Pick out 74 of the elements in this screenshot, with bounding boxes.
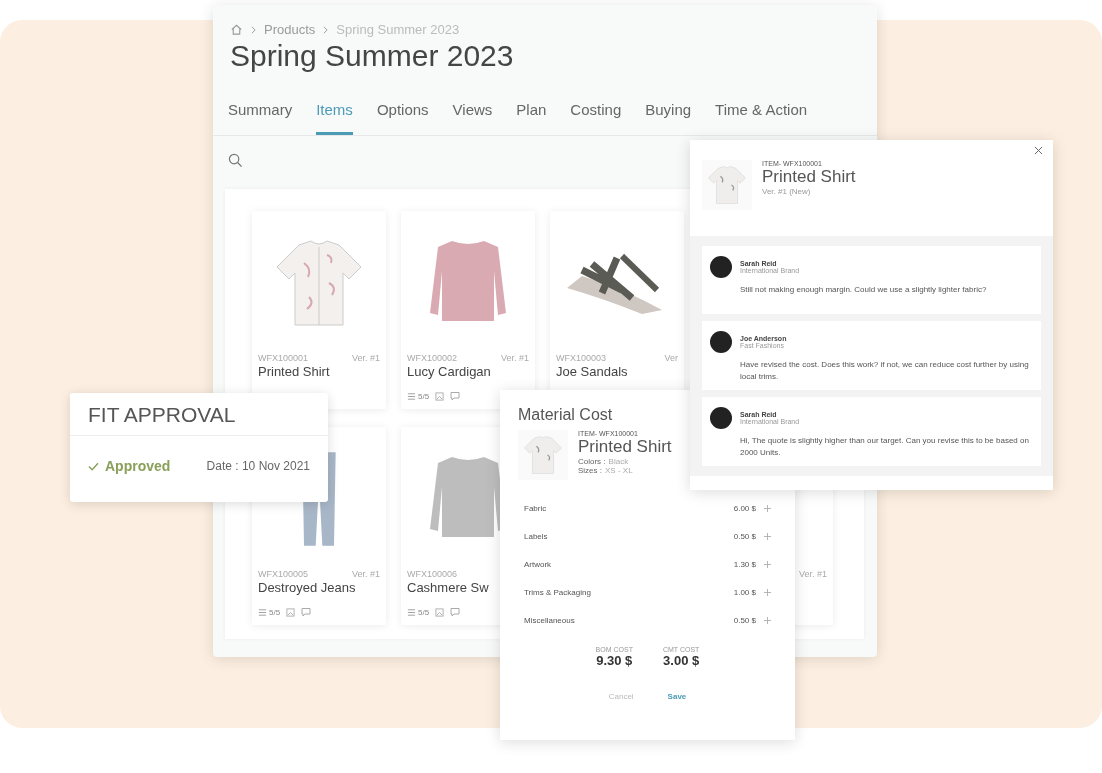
list-icon [258, 607, 267, 617]
total-value: 3.00 $ [663, 653, 700, 668]
version-label: Ver. #1 [351, 569, 380, 580]
home-icon[interactable] [230, 23, 243, 36]
cost-amount: 1.30 $ [733, 559, 756, 569]
panel-title: Material Cost [518, 406, 613, 424]
version-label: Ver [664, 353, 678, 364]
card-title: FIT APPROVAL [70, 393, 328, 436]
plus-icon[interactable] [764, 616, 771, 624]
plus-icon[interactable] [764, 560, 771, 568]
close-icon[interactable] [1034, 146, 1043, 155]
comment-icon[interactable] [301, 607, 312, 617]
status-label: Approved [105, 458, 171, 474]
item-code: WFX100001 [258, 353, 309, 364]
attribute-label: Colors : [578, 457, 606, 466]
check-icon [88, 461, 99, 471]
list-icon [407, 607, 416, 617]
attribute-value: XS - XL [605, 466, 633, 475]
comment-icon[interactable] [450, 391, 461, 401]
search-icon[interactable] [228, 153, 243, 168]
save-button[interactable]: Save [661, 688, 693, 705]
tab[interactable]: Buying [645, 101, 692, 135]
item-code: WFX100003 [556, 353, 607, 364]
avatar [710, 407, 732, 429]
chevron-icon [323, 25, 329, 34]
tab[interactable]: Plan [516, 101, 547, 135]
plus-icon[interactable] [764, 532, 771, 540]
product-name: Lucy Cardigan [407, 364, 492, 379]
version-label: Ver. #1 [500, 353, 529, 364]
product-name: Joe Sandals [556, 364, 629, 379]
product-name: Printed Shirt [258, 364, 331, 379]
avatar [710, 331, 732, 353]
product-card[interactable]: WFX100002 Ver. #1 Lucy Cardigan 5/5 [401, 211, 535, 409]
comment-text: Have revised the cost. Does this work? if not, we can reduce cost further by using local trims. [740, 359, 1030, 383]
item-code: WFX100002 [407, 353, 458, 364]
image-icon[interactable] [435, 391, 445, 401]
tab[interactable]: Summary [228, 101, 293, 135]
shirt-drawing [705, 163, 749, 207]
item-code: WFX100005 [258, 569, 309, 580]
image-icon[interactable] [435, 607, 445, 617]
product-name: Destroyed Jeans [258, 580, 357, 595]
attribute-label: Sizes : [578, 466, 602, 475]
comment-text: Still not making enough margin. Could we use a slightly lighter fabric? [740, 284, 988, 296]
item-code: WFX100006 [407, 569, 458, 580]
page-title: Spring Summer 2023 [230, 39, 515, 73]
cost-amount: 0.50 $ [733, 531, 756, 541]
comment-text: Hi, The quote is slightly higher than our target. Can you revise this to be based on 2000 Units. [740, 435, 1030, 459]
version-label: Ver. #1 [798, 569, 827, 580]
product-name: Printed Shirt [578, 437, 672, 457]
list-icon [407, 391, 416, 401]
tab[interactable]: Options [376, 101, 429, 135]
shirt-drawing [521, 433, 565, 477]
chevron-icon [251, 25, 256, 34]
cost-amount: 1.00 $ [733, 587, 756, 597]
stats-count: 5/5 [418, 607, 430, 617]
stats-count: 5/5 [418, 391, 430, 401]
plus-icon[interactable] [764, 588, 771, 596]
tab[interactable]: Views [452, 101, 493, 135]
comment-icon[interactable] [450, 607, 461, 617]
tab[interactable]: Time & Action [715, 101, 808, 135]
attribute-value: Black [608, 457, 629, 466]
plus-icon[interactable] [764, 504, 771, 512]
version-label: Ver. #1 (New) [762, 187, 812, 196]
tab[interactable]: Items [316, 101, 353, 135]
tab[interactable]: Costing [570, 101, 622, 135]
cost-amount: 6.00 $ [733, 503, 756, 513]
avatar [710, 256, 732, 278]
product-card[interactable]: WFX100001 Ver. #1 Printed Shirt [252, 211, 386, 409]
stats-count: 5/5 [269, 607, 281, 617]
cost-amount: 0.50 $ [733, 615, 756, 625]
image-icon[interactable] [286, 607, 296, 617]
total-value: 9.30 $ [596, 653, 633, 668]
product-name: Printed Shirt [762, 167, 856, 187]
version-label: Ver. #1 [351, 353, 380, 364]
